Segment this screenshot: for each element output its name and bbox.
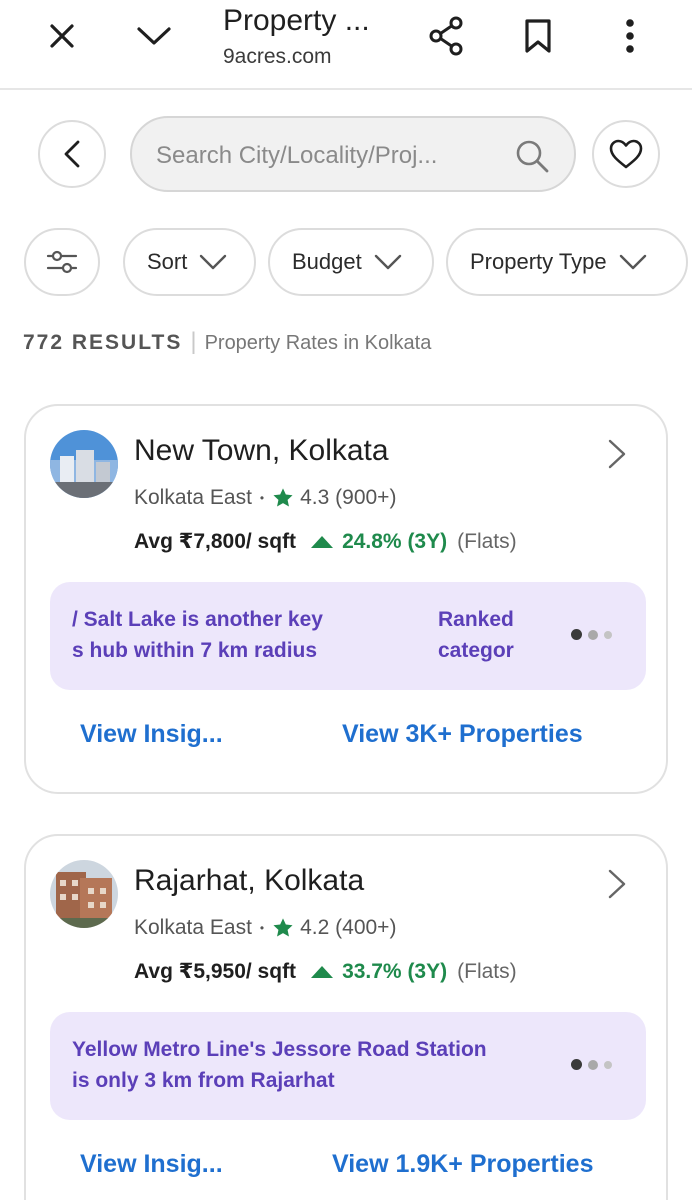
- locality-title[interactable]: Rajarhat, Kolkata: [134, 864, 364, 898]
- triangle-up-icon: [311, 535, 334, 548]
- property-type-chip[interactable]: Property Type: [446, 228, 688, 296]
- more-vert-icon[interactable]: [608, 14, 652, 58]
- sliders-icon: [46, 250, 78, 274]
- insight-carousel[interactable]: / Salt Lake is another key s hub within …: [50, 582, 646, 690]
- insight-text: / Salt Lake is another key s hub within …: [72, 608, 323, 662]
- avg-price: Avg ₹5,950/ sqft: [134, 960, 297, 983]
- sort-label: Sort: [147, 249, 188, 274]
- locality-meta: Kolkata East • 4.2 (400+): [134, 916, 396, 940]
- heart-icon: [609, 139, 643, 169]
- locality-card[interactable]: New Town, Kolkata Kolkata East • 4.3 (90…: [24, 404, 668, 794]
- avg-price: Avg ₹7,800/ sqft: [134, 530, 297, 553]
- review-count: (900+): [335, 486, 397, 509]
- property-type: (Flats): [457, 959, 517, 983]
- zone-label: Kolkata East: [134, 916, 252, 939]
- search-bar[interactable]: [130, 116, 576, 192]
- insight-text: Yellow Metro Line's Jessore Road Station…: [72, 1038, 487, 1092]
- back-button[interactable]: [38, 120, 106, 188]
- chevron-down-icon: [374, 254, 401, 270]
- locality-card[interactable]: Rajarhat, Kolkata Kolkata East • 4.2 (40…: [24, 834, 668, 1200]
- view-insights-link[interactable]: View Insig...: [80, 720, 223, 749]
- price-row: Avg ₹7,800/ sqft 24.8% (3Y) (Flats): [134, 529, 517, 554]
- chevron-down-icon[interactable]: [132, 14, 176, 58]
- results-count: 772 RESULTS: [23, 331, 183, 354]
- triangle-up-icon: [311, 965, 334, 978]
- bookmark-icon[interactable]: [516, 14, 560, 58]
- budget-chip[interactable]: Budget: [268, 228, 434, 296]
- meta-separator: •: [259, 921, 265, 935]
- view-insights-link[interactable]: View Insig...: [80, 1150, 223, 1179]
- chevron-down-icon: [200, 254, 227, 270]
- page-url[interactable]: 9acres.com: [223, 45, 332, 69]
- review-count: (400+): [335, 916, 397, 939]
- chevron-right-icon[interactable]: [606, 438, 628, 470]
- carousel-indicator: [571, 629, 612, 640]
- page-title: Property ...: [223, 4, 370, 37]
- star-icon: [273, 918, 293, 937]
- meta-separator: •: [259, 491, 265, 505]
- close-icon[interactable]: [40, 14, 84, 58]
- search-icon[interactable]: [514, 138, 550, 174]
- carousel-indicator: [571, 1059, 612, 1070]
- property-type: (Flats): [457, 529, 517, 553]
- price-row: Avg ₹5,950/ sqft 33.7% (3Y) (Flats): [134, 959, 517, 984]
- view-properties-link[interactable]: View 1.9K+ Properties: [332, 1150, 593, 1179]
- browser-toolbar: Property ... 9acres.com: [0, 0, 692, 90]
- rating-value: 4.2: [300, 916, 330, 939]
- chevron-down-icon: [619, 254, 646, 270]
- results-subtitle: Property Rates in Kolkata: [204, 332, 432, 354]
- locality-photo: [50, 430, 118, 498]
- zone-label: Kolkata East: [134, 486, 252, 509]
- view-properties-link[interactable]: View 3K+ Properties: [342, 720, 583, 749]
- growth-value: 24.8% (3Y): [342, 529, 448, 553]
- search-input[interactable]: [156, 138, 506, 174]
- insight-carousel[interactable]: Yellow Metro Line's Jessore Road Station…: [50, 1012, 646, 1120]
- locality-photo: [50, 860, 118, 928]
- star-icon: [273, 488, 293, 507]
- share-icon[interactable]: [424, 14, 468, 58]
- chevron-right-icon[interactable]: [606, 868, 628, 900]
- insight-text-next: Ranked categor: [438, 608, 514, 662]
- rating-value: 4.3: [300, 486, 330, 509]
- growth-value: 33.7% (3Y): [342, 959, 448, 983]
- results-summary: 772 RESULTS | Property Rates in Kolkata: [23, 328, 431, 356]
- property-type-label: Property Type: [470, 249, 607, 274]
- budget-label: Budget: [292, 249, 362, 274]
- locality-meta: Kolkata East • 4.3 (900+): [134, 486, 396, 510]
- chevron-left-icon: [64, 140, 80, 168]
- favorite-button[interactable]: [592, 120, 660, 188]
- locality-title[interactable]: New Town, Kolkata: [134, 434, 389, 468]
- results-separator: |: [190, 328, 197, 355]
- filter-settings-button[interactable]: [24, 228, 100, 296]
- sort-chip[interactable]: Sort: [123, 228, 256, 296]
